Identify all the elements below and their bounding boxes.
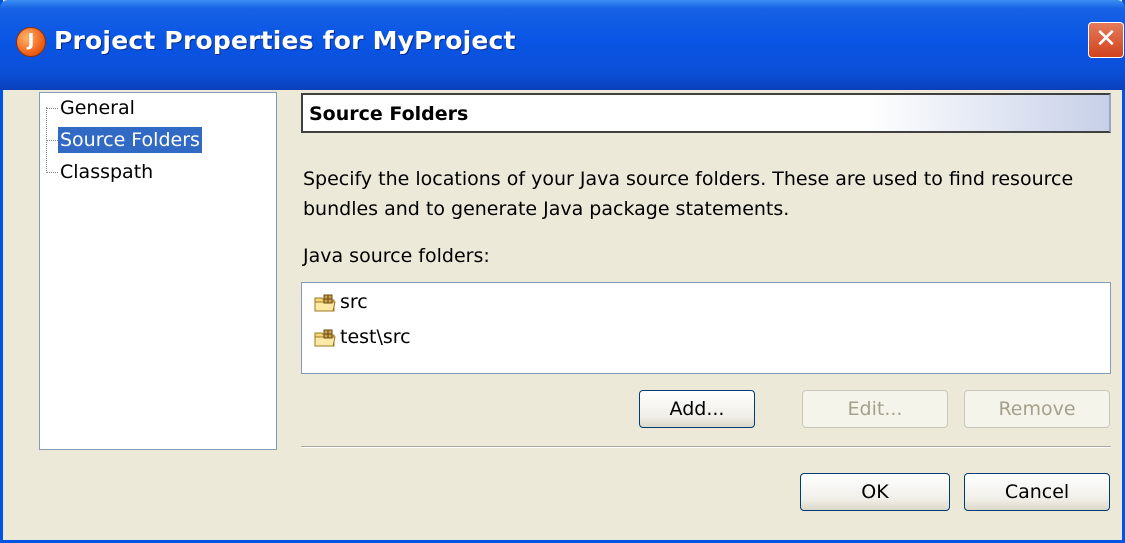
list-item[interactable]: src: [314, 288, 368, 316]
separator: [301, 446, 1111, 448]
tree-connector: [46, 172, 58, 173]
tree-connector: [46, 108, 58, 109]
title-bar[interactable]: Project Properties for MyProject ✕: [0, 0, 1125, 90]
add-button[interactable]: Add...: [639, 390, 755, 428]
remove-button[interactable]: Remove: [964, 390, 1110, 428]
cancel-button[interactable]: Cancel: [964, 473, 1110, 511]
source-folders-list[interactable]: src test\src: [301, 282, 1111, 374]
category-tree: General Source Folders Classpath: [39, 92, 277, 450]
section-title: Source Folders: [309, 103, 469, 125]
folder-name: test\src: [340, 326, 411, 348]
section-description: Specify the locations of your Java sourc…: [303, 168, 1074, 220]
package-folder-icon: [314, 294, 336, 311]
tree-connector: [46, 140, 58, 141]
edit-button[interactable]: Edit...: [802, 390, 948, 428]
source-folders-label: Java source folders:: [303, 245, 490, 267]
dialog-window: Project Properties for MyProject ✕ Gener…: [0, 0, 1125, 543]
close-button[interactable]: ✕: [1088, 22, 1124, 58]
tree-item-source-folders[interactable]: Source Folders: [58, 127, 202, 153]
app-icon: [16, 27, 46, 57]
ok-button[interactable]: OK: [800, 473, 950, 511]
section-header: Source Folders: [301, 93, 1111, 133]
list-item[interactable]: test\src: [314, 323, 411, 351]
tree-item-general[interactable]: General: [58, 95, 137, 121]
folder-name: src: [340, 291, 368, 313]
tree-connector: [46, 107, 47, 171]
tree-item-classpath[interactable]: Classpath: [58, 159, 155, 185]
window-title: Project Properties for MyProject: [54, 26, 516, 55]
package-folder-icon: [314, 329, 336, 346]
